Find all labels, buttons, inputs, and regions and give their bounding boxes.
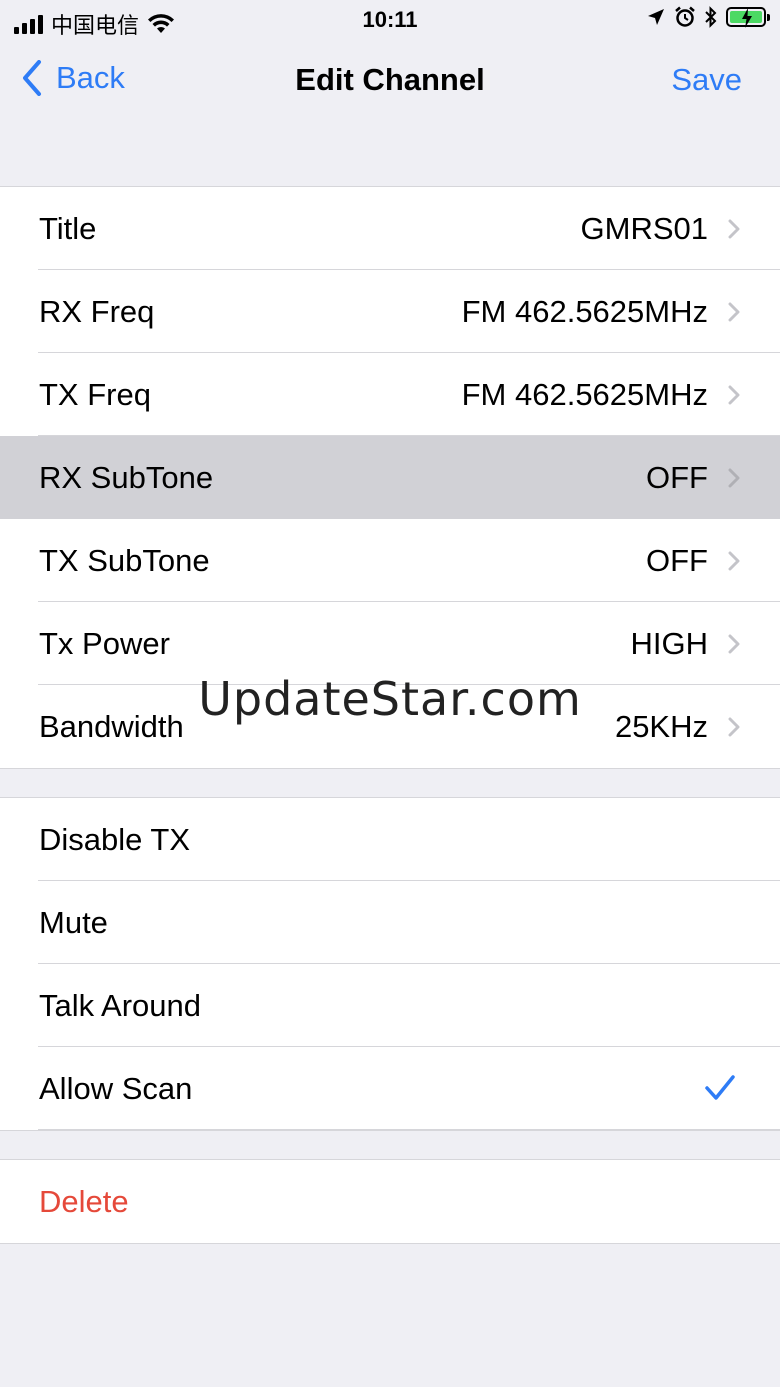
charging-bolt-icon: [742, 8, 752, 28]
option-label: Mute: [39, 905, 108, 940]
chevron-right-icon: [728, 468, 740, 488]
page-title: Edit Channel: [295, 62, 485, 97]
setting-label: TX Freq: [39, 377, 151, 412]
delete-label: Delete: [39, 1184, 129, 1219]
status-bar: 中国电信 10:11: [0, 0, 780, 40]
setting-value: FM 462.5625MHz: [461, 377, 708, 412]
setting-row-tx-freq[interactable]: TX Freq FM 462.5625MHz: [0, 353, 780, 436]
delete-button[interactable]: Delete: [0, 1160, 780, 1243]
chevron-right-icon: [728, 634, 740, 654]
delete-group: Delete: [0, 1159, 780, 1244]
option-label: Talk Around: [39, 988, 201, 1023]
alarm-clock-icon: [675, 6, 695, 27]
setting-row-rx-subtone[interactable]: RX SubTone OFF: [0, 436, 780, 519]
location-arrow-icon: [648, 9, 664, 25]
bluetooth-icon: [705, 6, 717, 28]
option-row-allow-scan[interactable]: Allow Scan: [0, 1047, 780, 1130]
setting-value: OFF: [646, 460, 708, 495]
setting-row-rx-freq[interactable]: RX Freq FM 462.5625MHz: [0, 270, 780, 353]
setting-row-title[interactable]: Title GMRS01: [0, 187, 780, 270]
setting-label: RX SubTone: [39, 460, 214, 495]
battery-icon: [726, 7, 770, 28]
setting-label: TX SubTone: [39, 543, 210, 578]
navigation-bar: Back Edit Channel Save: [0, 40, 780, 120]
setting-value: FM 462.5625MHz: [461, 294, 708, 329]
channel-options-group: Disable TX Mute Talk Around Allow Scan: [0, 797, 780, 1131]
option-row-talk-around[interactable]: Talk Around: [0, 964, 780, 1047]
option-row-mute[interactable]: Mute: [0, 881, 780, 964]
checkmark-icon: [705, 1075, 735, 1100]
option-label: Allow Scan: [39, 1071, 193, 1106]
option-label: Disable TX: [39, 822, 191, 857]
setting-label: RX Freq: [39, 294, 155, 329]
status-right: [646, 6, 770, 28]
chevron-right-icon: [728, 219, 740, 239]
watermark-text: UpdateStar.com: [198, 672, 582, 726]
setting-value: OFF: [646, 543, 708, 578]
setting-value: GMRS01: [580, 211, 708, 246]
save-button[interactable]: Save: [671, 62, 742, 98]
setting-label: Title: [39, 211, 97, 246]
chevron-right-icon: [728, 385, 740, 405]
chevron-right-icon: [728, 551, 740, 571]
chevron-right-icon: [728, 302, 740, 322]
setting-row-tx-subtone[interactable]: TX SubTone OFF: [0, 519, 780, 602]
option-row-disable-tx[interactable]: Disable TX: [0, 798, 780, 881]
